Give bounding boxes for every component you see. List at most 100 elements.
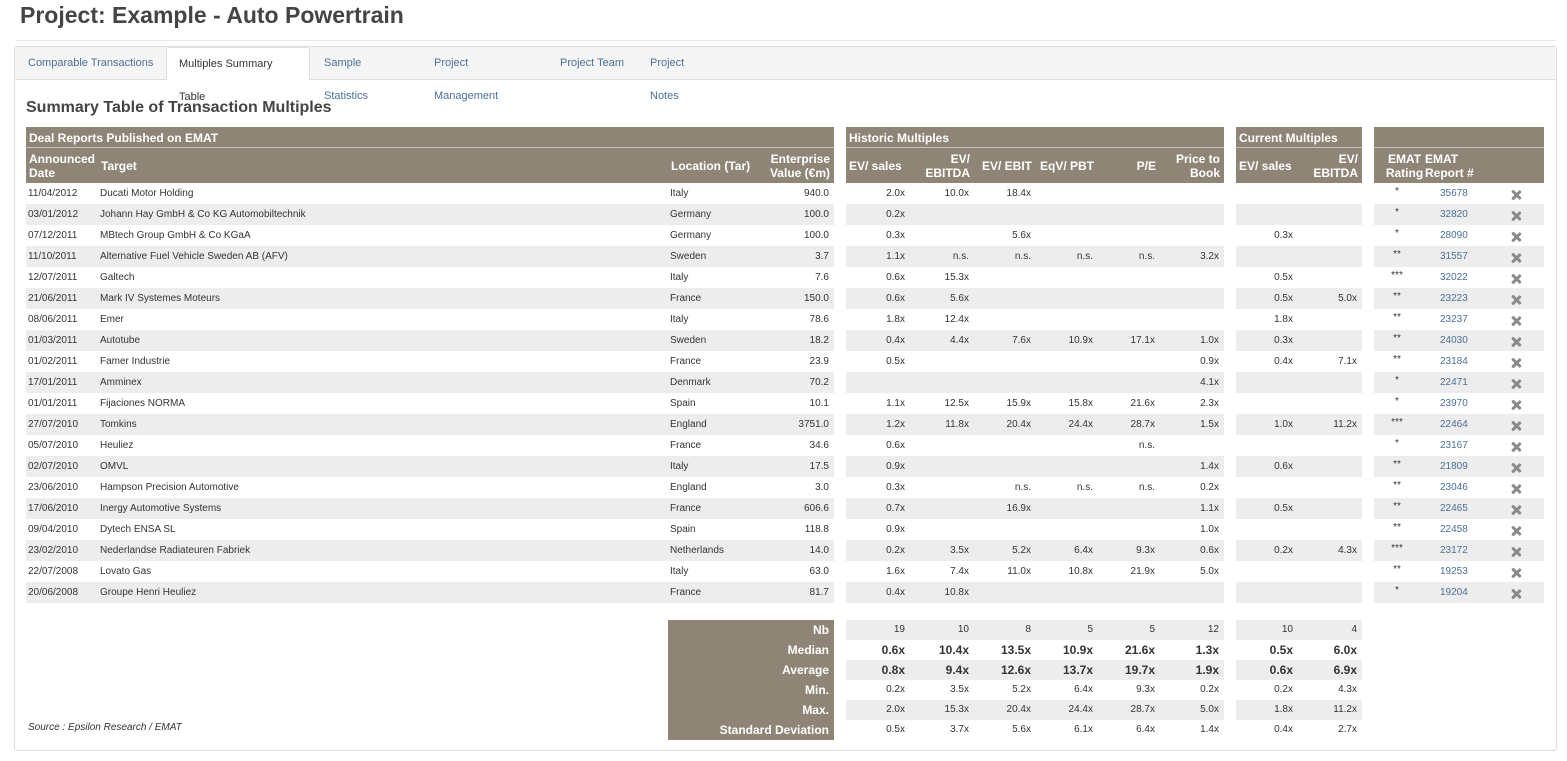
tab-sample-statistics[interactable]: Sample Statistics (312, 47, 420, 102)
emat-report-link[interactable]: 31557 (1440, 251, 1468, 262)
cell-historic-multiple: 10.0x (944, 188, 969, 199)
cell-emat-report: 22464 (1420, 414, 1498, 435)
emat-report-link[interactable]: 23172 (1440, 545, 1468, 556)
emat-report-link[interactable]: 32022 (1440, 272, 1468, 283)
cell-emat-rating: ** (1393, 249, 1401, 260)
delete-x-icon[interactable] (1511, 463, 1521, 473)
delete-x-icon[interactable] (1511, 526, 1521, 536)
header-divider (1374, 147, 1544, 148)
cell-emat-report: 23970 (1420, 393, 1498, 414)
cell-historic-multiple: 24.4x (1068, 419, 1093, 430)
emat-report-link[interactable]: 19253 (1440, 566, 1468, 577)
stat-cell: 19.7x (1124, 663, 1155, 677)
emat-report-link[interactable]: 23970 (1440, 398, 1468, 409)
cell-date: 05/07/2010 (28, 440, 79, 451)
delete-x-icon[interactable] (1511, 316, 1521, 326)
cell-historic-multiple: 1.4x (1200, 461, 1219, 472)
cell-historic-multiple (910, 225, 974, 246)
cell-historic-multiple (1098, 351, 1160, 372)
cell-historic-multiple: 1.0x (1200, 524, 1219, 535)
stat-cell: 2.0x (886, 704, 905, 715)
emat-report-link[interactable]: 23237 (1440, 314, 1468, 325)
delete-x-icon[interactable] (1511, 484, 1521, 494)
emat-report-link[interactable]: 23223 (1440, 293, 1468, 304)
emat-report-link[interactable]: 22465 (1440, 503, 1468, 514)
col-header-historic-eqv-pbt-label: EqV/ PBT (1039, 159, 1094, 173)
delete-x-icon[interactable] (1511, 400, 1521, 410)
cell-location: Sweden (670, 251, 707, 262)
delete-x-icon[interactable] (1511, 568, 1521, 578)
stat-cell: 5 (1087, 624, 1093, 635)
cell-ev: 70.2 (809, 377, 829, 388)
delete-x-icon[interactable] (1511, 358, 1521, 368)
emat-report-link[interactable]: 22471 (1440, 377, 1468, 388)
delete-x-icon[interactable] (1511, 274, 1521, 284)
stat-cell: 0.2x (1200, 684, 1219, 695)
cell-historic-multiple: 2.3x (1200, 398, 1219, 409)
cell-historic-multiple: 10.8x (1068, 566, 1093, 577)
delete-x-icon[interactable] (1511, 442, 1521, 452)
cell-historic-multiple (910, 456, 974, 477)
tab-project-team[interactable]: Project Team (548, 47, 636, 80)
cell-historic-multiple (1036, 456, 1098, 477)
delete-x-icon[interactable] (1511, 190, 1521, 200)
cell-historic-multiple: 9.3x (1136, 545, 1155, 556)
cell-historic-multiple (1036, 183, 1098, 204)
cell-date: 12/07/2011 (28, 272, 78, 283)
tab-project-management[interactable]: Project Management (422, 47, 546, 102)
stat-cell: 5.6x (1012, 724, 1031, 735)
emat-report-link[interactable]: 35678 (1440, 188, 1468, 199)
delete-x-icon[interactable] (1511, 547, 1521, 557)
col-header-emat-rating-label: EMAT Rating (1385, 152, 1424, 180)
delete-x-icon[interactable] (1511, 295, 1521, 305)
emat-report-link[interactable]: 19204 (1440, 587, 1468, 598)
emat-report-link[interactable]: 23046 (1440, 482, 1468, 493)
emat-report-link[interactable]: 23167 (1440, 440, 1468, 451)
delete-x-icon[interactable] (1511, 232, 1521, 242)
cell-ev: 118.8 (804, 524, 829, 535)
delete-x-icon[interactable] (1511, 337, 1521, 347)
stat-cell: 6.9x (1333, 663, 1357, 677)
delete-x-icon[interactable] (1511, 379, 1521, 389)
cell-current-multiple: 0.3x (1274, 230, 1293, 241)
stat-cell: 6.4x (1074, 684, 1093, 695)
emat-report-link[interactable]: 24030 (1440, 335, 1468, 346)
cell-target: Heuliez (100, 440, 134, 451)
cell-current-multiple (1298, 246, 1362, 267)
emat-report-link[interactable]: 32820 (1440, 209, 1468, 220)
tab-multiples-summary-table[interactable]: Multiples Summary Table (166, 47, 310, 103)
delete-x-icon[interactable] (1511, 421, 1521, 431)
cell-current-multiple (1236, 561, 1298, 582)
cell-historic-multiple: 1.1x (1200, 503, 1219, 514)
cell-historic-multiple: 21.6x (1130, 398, 1155, 409)
cell-date: 17/06/2010 (28, 503, 79, 514)
emat-report-link[interactable]: 22464 (1440, 419, 1468, 430)
col-header-announced-date-label: Announced Date (29, 152, 95, 180)
tab-comparable-transactions[interactable]: Comparable Transactions (16, 47, 166, 80)
cell-historic-multiple: 1.2x (886, 419, 905, 430)
emat-report-link[interactable]: 28090 (1440, 230, 1468, 241)
delete-x-icon[interactable] (1511, 211, 1521, 221)
cell-current-multiple: 0.6x (1274, 461, 1293, 472)
delete-x-icon[interactable] (1511, 505, 1521, 515)
page-title: Project: Example - Auto Powertrain (20, 2, 404, 28)
cell-historic-multiple: 12.4x (944, 314, 969, 325)
delete-x-icon[interactable] (1511, 589, 1521, 599)
cell-current-multiple (1236, 582, 1298, 603)
tab-project-notes[interactable]: Project Notes (638, 47, 726, 102)
cell-emat-report: 23223 (1420, 288, 1498, 309)
emat-report-link[interactable]: 21809 (1440, 461, 1468, 472)
cell-date: 01/03/2011 (28, 335, 78, 346)
section-title: Summary Table of Transaction Multiples (26, 99, 332, 116)
cell-current-multiple (1236, 183, 1298, 204)
cell-historic-multiple (910, 351, 974, 372)
cell-emat-report: 22471 (1420, 372, 1498, 393)
cell-historic-multiple: 28.7x (1130, 419, 1155, 430)
cell-historic-multiple: 11.8x (945, 419, 969, 430)
cell-target: Lovato Gas (100, 566, 152, 577)
emat-report-link[interactable]: 23184 (1440, 356, 1468, 367)
cell-current-multiple (1236, 477, 1298, 498)
cell-current-multiple (1236, 519, 1298, 540)
emat-report-link[interactable]: 22458 (1440, 524, 1468, 535)
delete-x-icon[interactable] (1511, 253, 1521, 263)
